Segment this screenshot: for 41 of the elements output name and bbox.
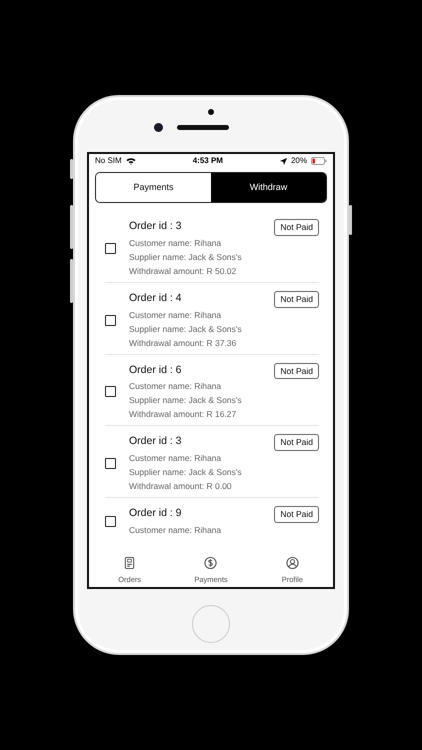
- status-tag: Not Paid: [274, 362, 319, 380]
- checkbox[interactable]: [105, 516, 116, 527]
- supplier-name: Supplier name: Jack & Sons's: [129, 466, 243, 479]
- withdrawal-amount: Withdrawal amount: R 0.00: [129, 480, 233, 493]
- customer-name: Customer name: Rihana: [129, 452, 222, 465]
- customer-name: Customer name: Rihana: [129, 308, 222, 322]
- battery-icon: [310, 157, 327, 165]
- dollar-coin-icon: [204, 556, 218, 570]
- order-title: Order id : 3: [129, 219, 182, 233]
- battery-percent: 20%: [290, 155, 307, 167]
- status-tag: Not Paid: [274, 290, 319, 308]
- status-tag: Not Paid: [274, 219, 319, 236]
- supplier-name: Supplier name: Jack & Sons's: [129, 394, 243, 408]
- order-title: Order id : 3: [129, 434, 182, 448]
- withdrawal-amount: Withdrawal amount: R 50.02: [129, 264, 238, 278]
- status-tag: Not Paid: [274, 434, 319, 451]
- sensor-dot: [208, 109, 214, 115]
- checkbox[interactable]: [105, 458, 116, 470]
- supplier-name: Supplier name: Jack & Sons's: [129, 322, 243, 336]
- order-title: Order id : 4: [129, 290, 182, 305]
- checkbox[interactable]: [105, 242, 116, 254]
- speaker-grille: [176, 125, 228, 130]
- segment-tab[interactable]: Withdraw: [211, 173, 326, 202]
- customer-name: Customer name: Rihana: [129, 236, 222, 250]
- user-icon: [286, 556, 299, 570]
- checkbox[interactable]: [105, 314, 116, 326]
- withdrawal-amount: Withdrawal amount: R 37.36: [129, 336, 238, 350]
- wifi-icon: [126, 157, 136, 165]
- order-title: Order id : 6: [129, 362, 182, 376]
- location-arrow-icon: [280, 158, 287, 164]
- clock-time: 4:53 PM: [192, 155, 223, 167]
- clipboard-icon: [123, 556, 136, 570]
- carrier-label: No SIM: [95, 155, 122, 167]
- customer-name: Customer name: Rihana: [129, 380, 222, 394]
- checkbox[interactable]: [105, 386, 116, 398]
- status-tag: Not Paid: [274, 506, 319, 523]
- supplier-name: Supplier name: Jack & Sons's: [129, 250, 243, 264]
- camera-lens: [154, 123, 162, 132]
- order-title: Order id : 9: [129, 506, 182, 520]
- customer-name: Customer name: Rihana: [129, 524, 222, 537]
- withdrawal-amount: Withdrawal amount: R 16.27: [129, 408, 238, 422]
